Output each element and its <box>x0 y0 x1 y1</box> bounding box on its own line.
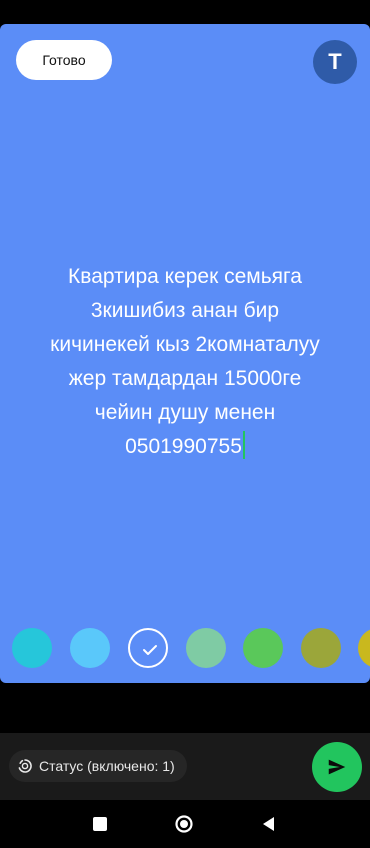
color-swatch[interactable] <box>358 628 370 668</box>
done-button[interactable]: Готово <box>16 40 112 80</box>
status-text-line: чейин душу менен <box>94 401 276 424</box>
status-text-line: кичинекей кыз 2комнаталуу <box>50 333 320 356</box>
send-button[interactable] <box>312 742 362 792</box>
status-ring-icon <box>18 759 32 773</box>
check-icon <box>143 645 157 655</box>
color-swatch[interactable] <box>186 628 226 668</box>
system-nav-bar <box>0 800 370 848</box>
text-style-icon: T <box>328 49 342 74</box>
send-icon <box>328 759 346 775</box>
status-text-line: Квартира керек семьяга <box>68 265 302 288</box>
status-text-line: 0501990755 <box>10 430 360 464</box>
status-privacy-chip[interactable]: Статус (включено: 1) <box>9 750 187 782</box>
status-privacy-label: Статус (включено: 1) <box>39 758 175 774</box>
home-icon[interactable] <box>174 814 194 834</box>
status-editor-canvas[interactable]: Готово T Квартира керек семьяга 3кишибиз… <box>0 24 370 683</box>
color-swatch[interactable] <box>70 628 110 668</box>
back-icon[interactable] <box>259 814 279 834</box>
status-text-line: 3кишибиз анан бир <box>90 299 280 322</box>
color-palette <box>0 628 370 672</box>
phone-number-text: 0501990755 <box>125 435 242 458</box>
recents-icon[interactable] <box>90 814 110 834</box>
text-caret <box>242 431 245 459</box>
color-swatch[interactable] <box>301 628 341 668</box>
status-text-input[interactable]: Квартира керек семьяга 3кишибиз анан бир… <box>10 260 360 464</box>
system-status-bar <box>0 0 370 24</box>
color-swatch[interactable] <box>12 628 52 668</box>
text-style-button[interactable]: T <box>313 40 357 84</box>
color-swatch[interactable] <box>243 628 283 668</box>
color-swatch-selected[interactable] <box>128 628 168 668</box>
status-text-line: жер тамдардан 15000ге <box>68 367 302 390</box>
